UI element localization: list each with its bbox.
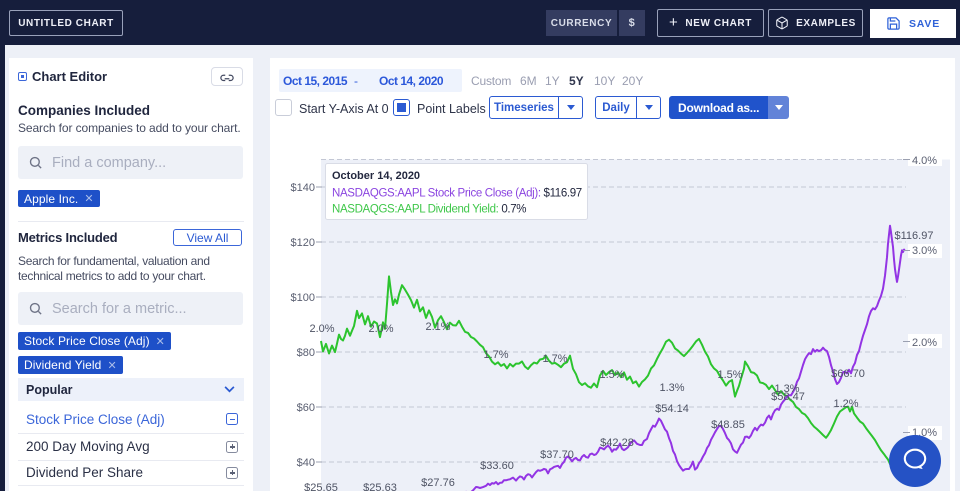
svg-text:$116.97: $116.97	[895, 230, 934, 242]
svg-text:2.1%: 2.1%	[425, 321, 450, 333]
svg-text:$58.47: $58.47	[771, 391, 805, 403]
svg-text:$54.14: $54.14	[655, 403, 689, 415]
svg-text:1.7%: 1.7%	[483, 349, 508, 361]
svg-text:1.3%: 1.3%	[659, 382, 684, 394]
svg-text:$140: $140	[291, 182, 315, 194]
svg-text:1.5%: 1.5%	[717, 369, 742, 381]
svg-text:3.0%: 3.0%	[912, 245, 937, 257]
svg-text:$100: $100	[291, 292, 315, 304]
svg-text:$40: $40	[297, 457, 315, 469]
svg-text:1.2%: 1.2%	[833, 398, 858, 410]
svg-text:$120: $120	[291, 237, 315, 249]
svg-text:$25.65: $25.65	[304, 482, 338, 491]
svg-text:NASDAQGS:AAPL Stock Price Clos: NASDAQGS:AAPL Stock Price Close (Adj): $…	[332, 188, 582, 200]
svg-text:4.0%: 4.0%	[912, 155, 937, 167]
svg-text:1.5%: 1.5%	[599, 369, 624, 381]
svg-text:2.0%: 2.0%	[309, 323, 334, 335]
svg-text:October 14, 2020: October 14, 2020	[332, 170, 420, 182]
svg-text:2.0%: 2.0%	[912, 337, 937, 349]
svg-text:$27.76: $27.76	[421, 477, 455, 489]
svg-text:$33.60: $33.60	[480, 460, 514, 472]
svg-text:$60: $60	[297, 402, 315, 414]
svg-text:1.7%: 1.7%	[542, 353, 567, 365]
svg-text:2.0%: 2.0%	[368, 323, 393, 335]
svg-text:$37.70: $37.70	[540, 449, 574, 461]
svg-text:NASDAQGS:AAPL Dividend Yield:: NASDAQGS:AAPL Dividend Yield: 0.7%	[332, 204, 526, 216]
svg-text:$42.28: $42.28	[600, 437, 634, 449]
svg-text:$66.70: $66.70	[831, 368, 865, 380]
svg-text:$80: $80	[297, 347, 315, 359]
svg-text:$25.63: $25.63	[363, 482, 397, 491]
svg-text:$48.85: $48.85	[711, 419, 745, 431]
